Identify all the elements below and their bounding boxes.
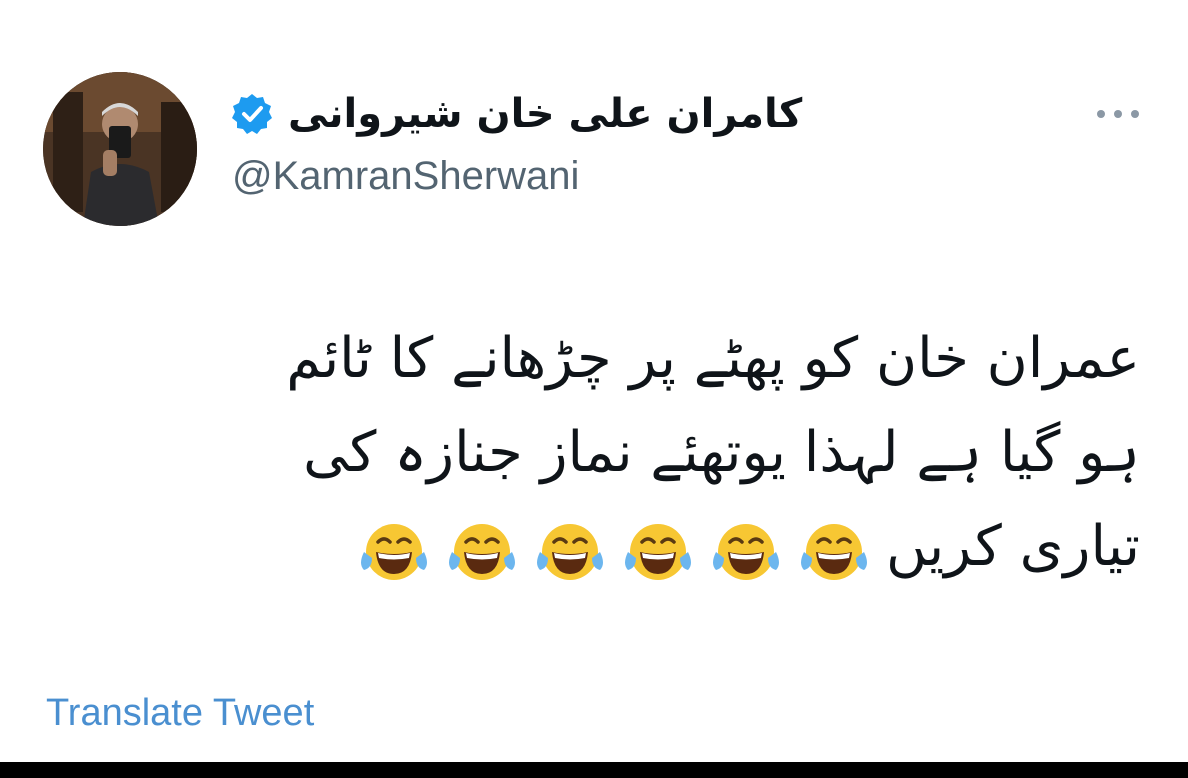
verified-badge-icon [230,92,274,136]
more-dot [1131,110,1139,118]
display-name[interactable]: کامران علی خان شیروانی [288,91,802,137]
face-with-tears-of-joy-icon [713,523,779,580]
author-handle[interactable]: @KamranSherwani [232,154,579,199]
face-with-tears-of-joy-icon [361,523,427,580]
tweet-text-line-last: تیاری کریں [140,500,1140,594]
bottom-edge [0,762,1188,778]
more-dot [1097,110,1105,118]
tweet-text-line: عمران خان کو پھٹے پر چڑھانے کا ٹائم [286,326,1140,391]
emoji-group [356,512,872,588]
face-with-tears-of-joy-icon [537,523,603,580]
translate-tweet-link[interactable]: Translate Tweet [46,692,314,735]
tweet-card: کامران علی خان شیروانی @KamranSherwani ع… [0,0,1188,778]
tweet-text-line: ہو گیا ہے لہذا یوتھئے نماز جنازہ کی [303,420,1140,485]
face-with-tears-of-joy-icon [801,523,867,580]
tweet-text-line: تیاری کریں [886,514,1140,579]
more-dot [1114,110,1122,118]
avatar-photo [43,72,197,226]
author-name-row: کامران علی خان شیروانی [230,84,802,144]
tweet-text: عمران خان کو پھٹے پر چڑھانے کا ٹائم ہو گ… [140,312,1140,594]
face-with-tears-of-joy-icon [449,523,515,580]
face-with-tears-of-joy-icon [625,523,691,580]
avatar[interactable] [43,72,197,226]
more-options-icon[interactable] [1097,106,1139,122]
